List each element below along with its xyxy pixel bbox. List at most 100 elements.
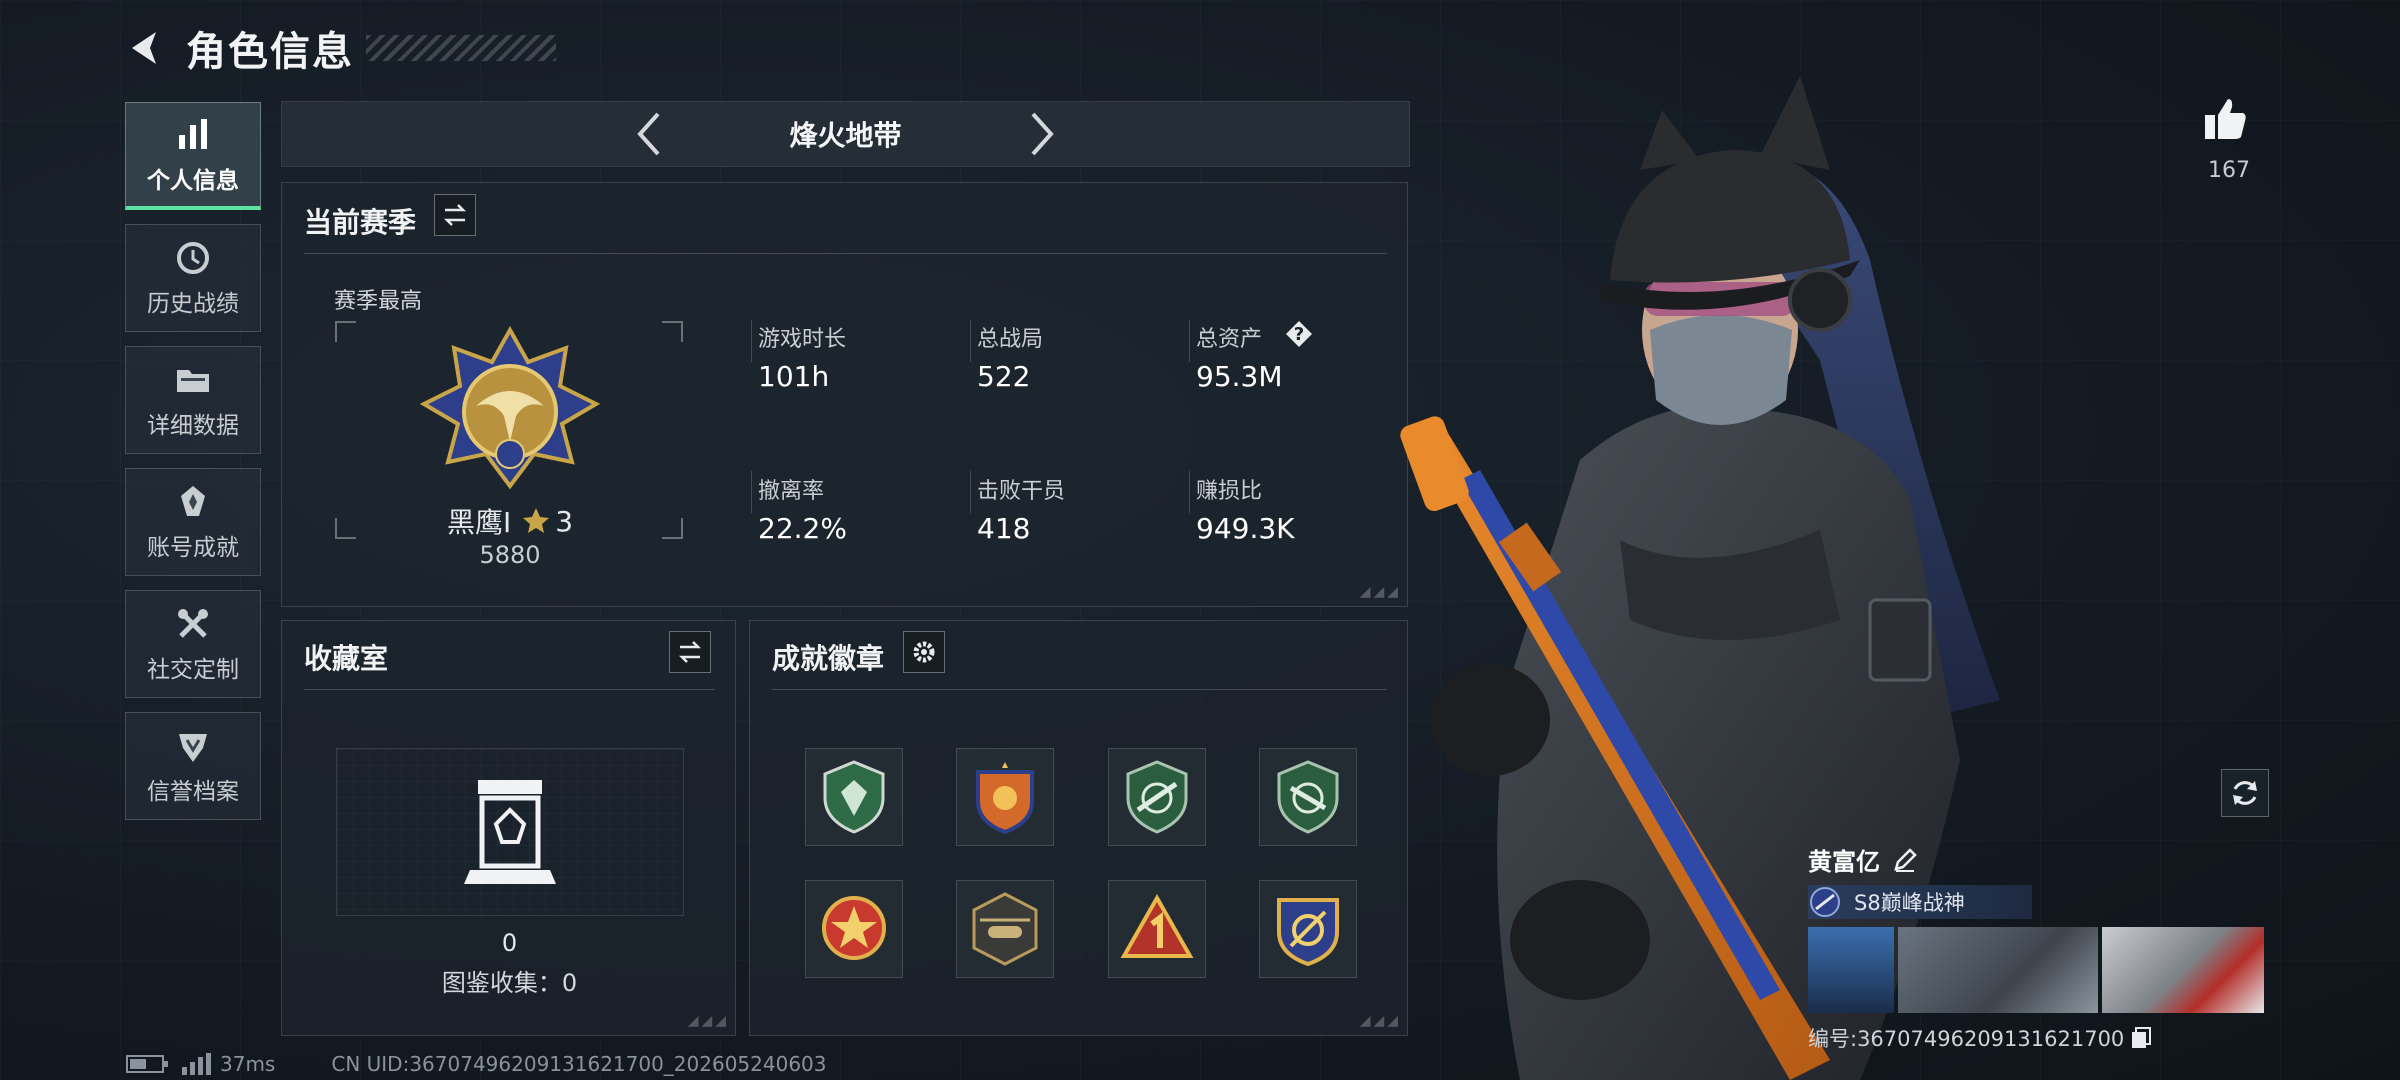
sidebar-item-account-achievements[interactable]: 账号成就: [125, 468, 261, 576]
mode-switcher: 烽火地带: [281, 101, 1410, 167]
collection-title: 收藏室: [304, 642, 389, 675]
panel-divider: [304, 689, 715, 690]
corner-decoration: ◢◢◢: [687, 1013, 729, 1029]
folder-icon: [177, 370, 209, 392]
panel-divider: [772, 689, 1387, 690]
panel-divider: [304, 253, 1387, 254]
rank-name: 黑鹰I: [446, 506, 512, 539]
history-icon: [177, 242, 209, 274]
sidebar-item-label: 历史战绩: [147, 291, 239, 317]
green-shield-badge-icon: [823, 760, 885, 834]
player-name: 黄富亿: [1808, 848, 1880, 876]
current-season-title: 当前赛季: [304, 206, 417, 239]
badge-slot-1[interactable]: [805, 748, 903, 846]
green-target-badge-icon: [1277, 760, 1339, 834]
achievement-badges-panel: 成就徽章 ◢◢◢: [749, 620, 1408, 1036]
badge-slot-6[interactable]: [956, 880, 1054, 978]
rank-medal-icon: [420, 326, 600, 490]
stat-label-total-matches: 总战局: [977, 327, 1044, 352]
stat-value-play-time: 101h: [758, 360, 830, 393]
badge-slot-7[interactable]: [1108, 880, 1206, 978]
stat-divider: [970, 471, 971, 513]
corner-decoration: ◢◢◢: [1359, 1013, 1401, 1029]
number-one-badge-icon: [1120, 893, 1194, 958]
page-title: 角色信息: [186, 29, 354, 75]
sidebar-item-history[interactable]: 历史战绩: [125, 224, 261, 332]
player-title-tag[interactable]: S8巅峰战神: [1808, 885, 2032, 919]
chevron-right-icon: [1031, 112, 1054, 156]
stat-label-total-assets: 总资产: [1196, 327, 1263, 352]
achievement-icon: [181, 486, 205, 516]
badge-slot-8[interactable]: [1259, 880, 1357, 978]
stat-divider: [751, 320, 752, 362]
total-assets-help-button[interactable]: ?: [1284, 319, 1314, 349]
red-star-badge-icon: [822, 896, 886, 960]
star-icon: [523, 508, 550, 533]
helicopter-badge-icon: [972, 892, 1038, 966]
sidebar-item-social-custom[interactable]: 社交定制: [125, 590, 261, 698]
refresh-button[interactable]: [2221, 769, 2269, 817]
chevron-left-icon: [637, 112, 660, 156]
sidebar-item-label: 社交定制: [147, 657, 239, 683]
badge-slot-5[interactable]: [805, 880, 903, 978]
edit-pencil-icon[interactable]: [1892, 847, 1918, 873]
mode-next-button[interactable]: [1022, 107, 1062, 161]
season-switch-button[interactable]: [434, 194, 476, 236]
stat-divider: [751, 471, 752, 513]
sidebar-item-label: 个人信息: [147, 167, 239, 194]
battery-icon: [126, 1055, 168, 1073]
banner-image-character: [2102, 927, 2264, 1013]
sidebar-item-personal-info[interactable]: 个人信息: [125, 102, 261, 210]
rank-score: 5880: [479, 541, 541, 569]
corner-decoration: ◢◢◢: [1359, 584, 1401, 600]
header: 角色信息: [124, 18, 556, 78]
rank-stars: 3: [555, 504, 574, 538]
swap-icon: [678, 641, 702, 663]
stat-value-total-matches: 522: [977, 360, 1031, 393]
sidebar: 个人信息 历史战绩 详细数据 账号成就 社交定制 信誉档案: [125, 102, 263, 834]
mode-prev-button[interactable]: [629, 107, 669, 161]
sidebar-item-label: 信誉档案: [147, 779, 239, 805]
title-stripe-decoration: [366, 35, 556, 61]
badge-slot-3[interactable]: [1108, 748, 1206, 846]
status-footer: 37ms CN UID:3670749620913162170​0_202605…: [126, 1052, 827, 1076]
sidebar-item-label: 详细数据: [147, 413, 239, 439]
ping-value: 37ms: [220, 1052, 276, 1076]
signal-icon: [182, 1053, 211, 1075]
green-rifle-badge-icon: [1126, 760, 1188, 834]
sidebar-item-credit-record[interactable]: 信誉档案: [125, 712, 261, 820]
sidebar-item-detail-data[interactable]: 详细数据: [125, 346, 261, 454]
swap-icon: [443, 204, 467, 226]
gear-icon: [913, 641, 935, 663]
blue-gold-badge-icon: [1277, 898, 1339, 967]
collection-switch-button[interactable]: [669, 631, 711, 673]
collection-summary: 图鉴收集：0: [441, 969, 578, 997]
bar-chart-icon: [179, 118, 207, 149]
mode-title: 烽火地带: [789, 119, 902, 152]
stat-label-profit-loss-ratio: 赚损比: [1196, 479, 1263, 504]
collection-panel[interactable]: 收藏室 0 图鉴收集：0 ◢◢◢: [281, 620, 736, 1036]
thumbs-up-icon[interactable]: [2201, 95, 2249, 143]
player-title: S8巅峰战神: [1854, 891, 1965, 915]
stat-divider: [1189, 320, 1190, 362]
badge-slot-4[interactable]: [1259, 748, 1357, 846]
back-arrow-icon[interactable]: [124, 26, 168, 70]
stat-label-extract-rate: 撤离率: [758, 479, 825, 504]
credit-icon: [179, 734, 207, 762]
badge-slot-2[interactable]: [956, 748, 1054, 846]
banner-image-soldiers: [1898, 927, 2098, 1013]
player-id: 编号:3670749620913162170​0: [1808, 1027, 2125, 1051]
sidebar-item-label: 账号成就: [147, 535, 239, 561]
stat-label-play-time: 游戏时长: [758, 327, 847, 352]
refresh-icon: [2233, 781, 2257, 805]
uid-text: CN UID:3670749620913162170​0_20260524060…: [331, 1052, 827, 1076]
copy-icon[interactable]: [2130, 1026, 2152, 1050]
display-case-icon: [464, 780, 556, 884]
current-season-panel: 当前赛季 赛季最高 黑鹰I 3 5880 游戏时长 101h 总战局 522 总…: [281, 182, 1408, 607]
stat-value-total-assets: 95.3M: [1196, 360, 1283, 393]
badge-settings-button[interactable]: [903, 631, 945, 673]
player-banner[interactable]: [1808, 927, 2268, 1013]
achievement-badges-title: 成就徽章: [772, 642, 885, 675]
banner-image-sky: [1808, 927, 1894, 1013]
rank-name-row: 黑鹰I 3: [382, 501, 638, 541]
